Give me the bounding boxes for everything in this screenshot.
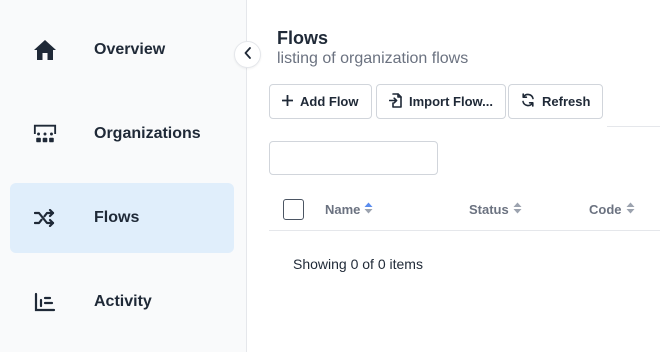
pagination-summary: Showing 0 of 0 items bbox=[293, 256, 423, 272]
file-import-icon bbox=[388, 92, 409, 111]
sidebar-item-flows[interactable]: Flows bbox=[10, 183, 234, 253]
main-content: Flows listing of organization flows Add … bbox=[248, 0, 660, 352]
page-title: Flows bbox=[277, 28, 329, 48]
page-subtitle: listing of organization flows bbox=[277, 50, 469, 67]
sort-icon bbox=[509, 202, 522, 217]
sidebar-item-label: Flows bbox=[94, 209, 140, 226]
import-flow-button[interactable]: Import Flow... bbox=[376, 84, 507, 119]
collapse-sidebar-button[interactable] bbox=[234, 41, 261, 68]
sort-icon bbox=[360, 202, 373, 217]
search-input[interactable] bbox=[269, 141, 438, 175]
sidebar-item-overview[interactable]: Overview bbox=[10, 15, 234, 85]
sort-icon bbox=[622, 202, 635, 217]
column-header-name[interactable]: Name bbox=[325, 202, 373, 217]
refresh-icon bbox=[521, 93, 542, 110]
add-flow-button[interactable]: Add Flow bbox=[269, 84, 372, 119]
sidebar-item-label: Activity bbox=[94, 293, 152, 310]
organizations-icon bbox=[33, 122, 57, 146]
plus-icon bbox=[281, 94, 300, 109]
table-header: Name Status Code bbox=[269, 188, 660, 231]
sidebar-item-label: Organizations bbox=[94, 125, 201, 142]
select-all-checkbox[interactable] bbox=[283, 199, 304, 220]
sidebar-item-organizations[interactable]: Organizations bbox=[10, 99, 234, 169]
chevron-left-icon bbox=[244, 46, 252, 64]
sidebar: Overview Organizations Flows Activity bbox=[0, 0, 247, 352]
toolbar-divider bbox=[607, 126, 660, 127]
import-flow-label: Import Flow... bbox=[409, 94, 494, 109]
sidebar-item-label: Overview bbox=[94, 41, 166, 58]
add-flow-label: Add Flow bbox=[300, 94, 359, 109]
bar-chart-icon bbox=[33, 290, 57, 314]
column-header-status[interactable]: Status bbox=[469, 202, 522, 217]
home-icon bbox=[33, 38, 57, 62]
column-header-code[interactable]: Code bbox=[589, 202, 635, 217]
sidebar-item-activity[interactable]: Activity bbox=[10, 267, 234, 337]
refresh-button[interactable]: Refresh bbox=[508, 84, 604, 119]
refresh-label: Refresh bbox=[542, 94, 591, 109]
shuffle-icon bbox=[33, 206, 57, 230]
